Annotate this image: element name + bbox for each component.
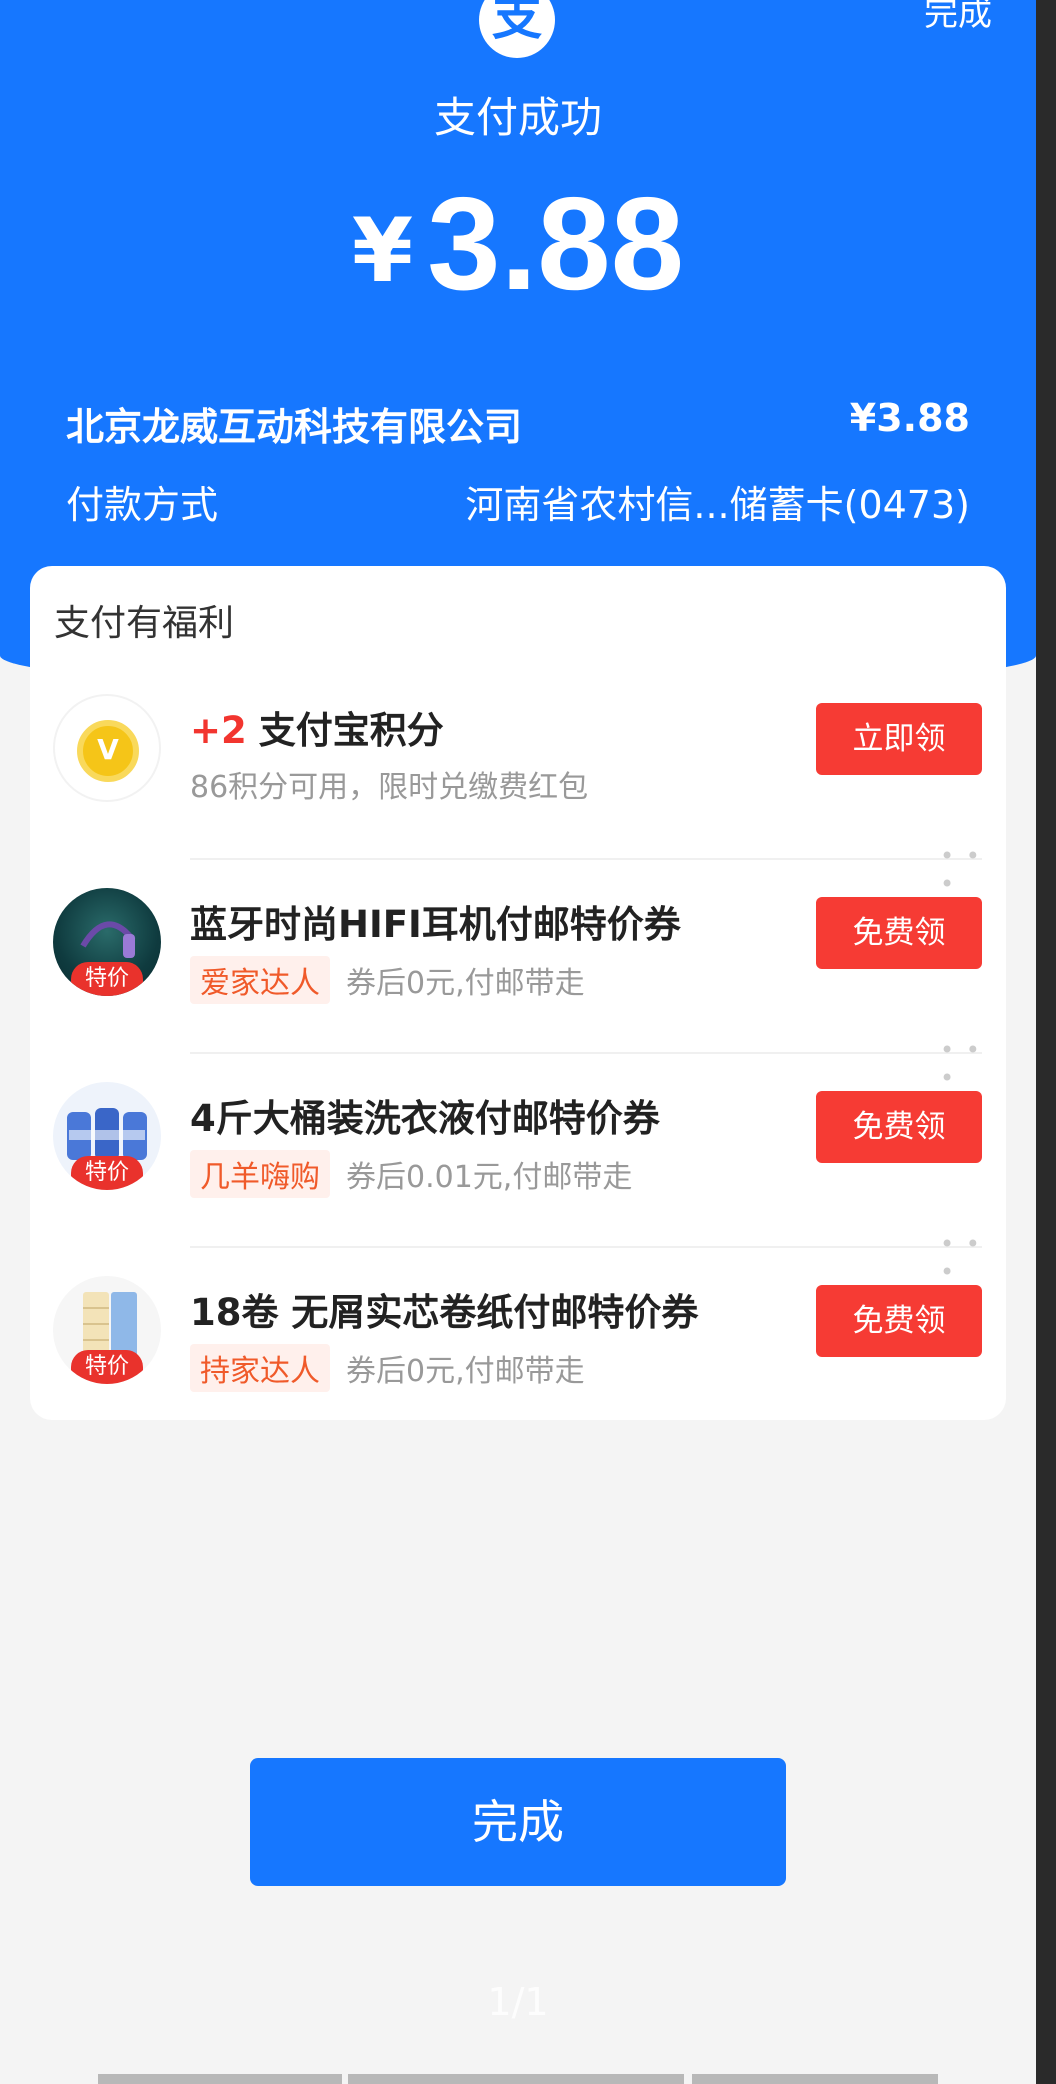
tissue-image: 特价 — [53, 1276, 161, 1384]
window-edge — [1036, 0, 1056, 2084]
merchant-name: 北京龙威互动科技有限公司 — [66, 405, 523, 449]
more-options-icon[interactable]: • • • — [940, 1036, 1006, 1092]
page-indicator: 1/1 — [487, 1980, 549, 2024]
special-price-tag: 特价 — [71, 1156, 143, 1190]
thumbnail-segment — [348, 2074, 684, 2084]
done-button[interactable]: 完成 — [250, 1758, 786, 1886]
payment-method-row: 付款方式 河南省农村信...储蓄卡(0473) — [66, 474, 970, 529]
coupon-title: 蓝牙时尚HIFI耳机付邮特价券 — [190, 903, 681, 946]
claim-free-button[interactable]: 免费领 — [816, 1285, 982, 1357]
page: 支 完成 支付成功 ¥3.88 北京龙威互动科技有限公司 ¥3.88 付款方式 … — [0, 0, 1036, 2084]
detergent-image: 特价 — [53, 1082, 161, 1190]
bottom-thumbnail-strip — [98, 2074, 938, 2084]
store-badge: 几羊嗨购 — [190, 1150, 330, 1198]
benefits-title: 支付有福利 — [54, 603, 235, 644]
currency-symbol: ¥ — [351, 199, 414, 302]
merchant-amount: ¥3.88 — [849, 396, 970, 440]
special-price-tag: 特价 — [71, 1350, 143, 1384]
alipay-logo-icon: 支 — [479, 0, 555, 58]
store-badge: 持家达人 — [190, 1344, 330, 1392]
coupon-desc: 券后0元,付邮带走 — [346, 966, 585, 1001]
coupon-subtitle: 几羊嗨购 券后0.01元,付邮带走 — [190, 1150, 632, 1198]
points-label: 支付宝积分 — [258, 709, 444, 752]
thumbnail-segment — [98, 2074, 342, 2084]
benefits-card: 支付有福利 V +2 支付宝积分 86积分可用，限时兑缴费红包 立即领 • • •… — [30, 566, 1006, 1420]
store-badge: 爱家达人 — [190, 956, 330, 1004]
coupon-title: 18卷 无屑实芯卷纸付邮特价券 — [190, 1291, 699, 1334]
coupon-desc: 券后0元,付邮带走 — [346, 1354, 585, 1389]
thumbnail-segment — [692, 2074, 938, 2084]
top-done-button[interactable]: 完成 — [924, 0, 992, 35]
coupon-subtitle: 爱家达人 券后0元,付邮带走 — [190, 956, 585, 1004]
amount-display: ¥3.88 — [0, 168, 1036, 319]
coupon-subtitle: 持家达人 券后0元,付邮带走 — [190, 1344, 585, 1392]
claim-free-button[interactable]: 免费领 — [816, 1091, 982, 1163]
more-options-icon[interactable]: • • • — [940, 1230, 1006, 1286]
points-plus: +2 — [190, 709, 247, 752]
claim-points-button[interactable]: 立即领 — [816, 703, 982, 775]
list-item: • • • 特价 18卷 无屑实芯卷纸付邮特价券 持家达人 券后0元,付邮带走 免… — [30, 1230, 1006, 1442]
payment-method-label: 付款方式 — [66, 483, 219, 527]
coupon-title: 4斤大桶装洗衣液付邮特价券 — [190, 1097, 660, 1140]
claim-free-button[interactable]: 免费领 — [816, 897, 982, 969]
earphones-image: 特价 — [53, 888, 161, 996]
payment-method-value: 河南省农村信...储蓄卡(0473) — [465, 483, 970, 527]
merchant-row: 北京龙威互动科技有限公司 ¥3.88 — [66, 396, 970, 451]
amount-value: 3.88 — [427, 170, 685, 317]
points-title: +2 支付宝积分 — [190, 700, 444, 754]
more-options-icon[interactable]: • • • — [940, 842, 1006, 898]
points-subtitle: 86积分可用，限时兑缴费红包 — [190, 770, 589, 805]
list-item: • • • 特价 蓝牙时尚HIFI耳机付邮特价券 爱家达人 券后0元,付邮带走 免… — [30, 842, 1006, 1054]
payment-status: 支付成功 — [433, 93, 602, 142]
points-coin-icon: V — [53, 694, 161, 802]
coupon-desc: 券后0.01元,付邮带走 — [346, 1160, 633, 1195]
list-item: V +2 支付宝积分 86积分可用，限时兑缴费红包 立即领 — [30, 666, 1006, 860]
special-price-tag: 特价 — [71, 962, 143, 996]
list-item: • • • 特价 4斤大桶装洗衣液付邮特价券 几羊嗨购 券后0.01元,付邮带走 … — [30, 1036, 1006, 1248]
